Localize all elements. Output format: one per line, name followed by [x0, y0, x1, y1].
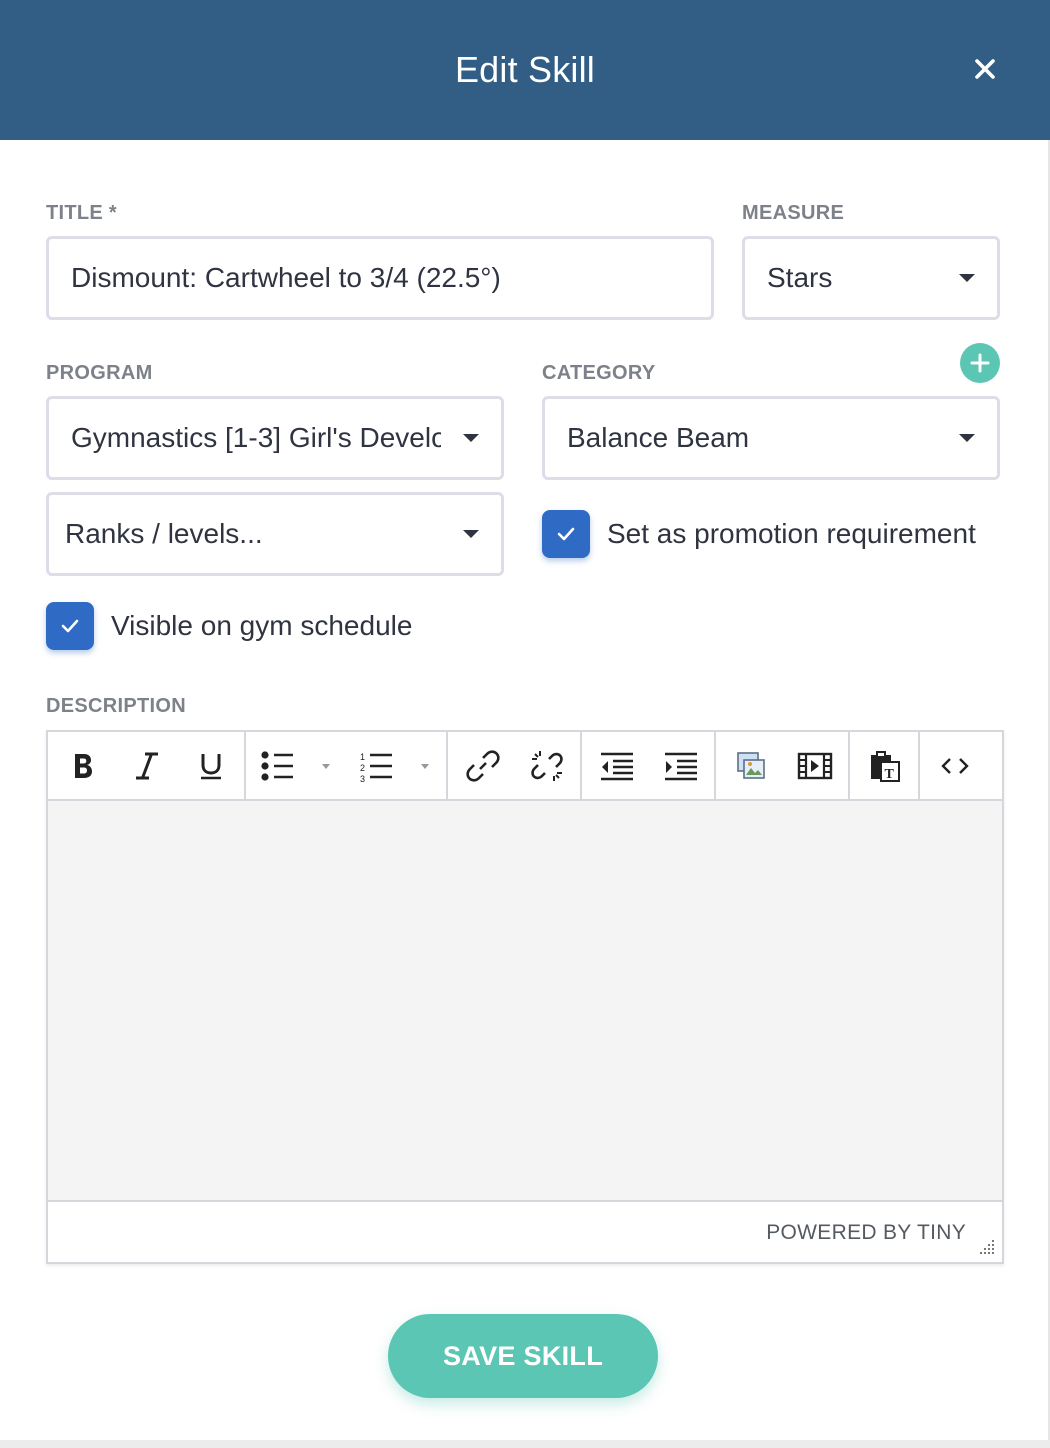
caret-down-icon [959, 274, 975, 282]
add-category-button[interactable] [960, 343, 1000, 383]
paste-text-button[interactable]: T [860, 740, 910, 792]
program-select[interactable]: Gymnastics [1-3] Girl's Developmental [46, 396, 504, 480]
program-label: PROGRAM [46, 362, 153, 384]
bullet-list-icon [261, 751, 330, 781]
paste-text-icon: T [871, 751, 900, 782]
link-button[interactable] [458, 740, 508, 792]
close-icon [975, 59, 995, 79]
program-select-value: Gymnastics [1-3] Girl's Developmental [71, 422, 441, 453]
svg-text:2: 2 [360, 763, 365, 773]
indent-icon [665, 752, 697, 781]
editor-statusbar: POWERED BY TINY [48, 1203, 1002, 1262]
svg-text:3: 3 [360, 774, 365, 782]
check-icon [61, 619, 79, 633]
toolbar-group-paste: T [850, 732, 920, 801]
numbered-list-icon: 123 [360, 752, 429, 782]
description-label: DESCRIPTION [46, 695, 186, 717]
plus-icon [970, 353, 990, 373]
measure-select[interactable]: Stars [742, 236, 1000, 320]
measure-select-value: Stars [767, 262, 833, 293]
caret-down-icon [463, 434, 479, 442]
category-select-value: Balance Beam [567, 422, 750, 453]
unlink-icon [531, 751, 563, 781]
underline-icon [201, 754, 221, 780]
title-input-value: Dismount: Cartwheel to 3/4 (22.5°) [71, 262, 501, 293]
promotion-checkbox[interactable] [542, 510, 590, 558]
promotion-checkbox-label[interactable]: Set as promotion requirement [607, 518, 976, 550]
outdent-button[interactable] [592, 740, 642, 792]
indent-button[interactable] [656, 740, 706, 792]
toolbar-group-insert [716, 732, 850, 801]
image-icon [737, 752, 765, 779]
bullet-list-button[interactable] [254, 740, 344, 792]
outdent-icon [601, 752, 633, 781]
unlink-button[interactable] [522, 740, 572, 792]
svg-text:1: 1 [360, 752, 365, 762]
check-icon [557, 527, 575, 541]
editor-toolbar: 123 T [48, 732, 1002, 801]
close-button[interactable] [966, 50, 1004, 88]
numbered-list-button[interactable]: 123 [354, 740, 444, 792]
code-icon [941, 758, 969, 774]
ranks-select-placeholder: Ranks / levels... [65, 518, 263, 549]
link-icon [466, 750, 500, 782]
editor-content-area[interactable] [48, 801, 1002, 1202]
toolbar-group-format [48, 732, 246, 801]
italic-button[interactable] [122, 740, 172, 792]
powered-by-tiny-link[interactable]: POWERED BY TINY [766, 1221, 966, 1245]
visible-schedule-label[interactable]: Visible on gym schedule [111, 610, 412, 642]
toolbar-group-links [448, 732, 582, 801]
title-label: TITLE * [46, 202, 117, 224]
underline-button[interactable] [186, 740, 236, 792]
rich-text-editor: 123 T POWERED BY TINY [46, 730, 1004, 1264]
category-select[interactable]: Balance Beam [542, 396, 1000, 480]
ranks-select[interactable]: Ranks / levels... [46, 492, 504, 576]
caret-down-icon [463, 530, 479, 538]
dialog-bottom-border [0, 1440, 1050, 1448]
media-button[interactable] [790, 740, 840, 792]
media-icon [797, 752, 833, 780]
italic-icon [136, 752, 158, 780]
toolbar-group-indent [582, 732, 716, 801]
visible-schedule-checkbox[interactable] [46, 602, 94, 650]
dialog-title: Edit Skill [454, 49, 596, 90]
image-button[interactable] [726, 740, 776, 792]
svg-text:T: T [885, 767, 895, 782]
measure-label: MEASURE [742, 202, 845, 224]
category-label: CATEGORY [542, 362, 656, 384]
caret-down-icon [959, 434, 975, 442]
resize-handle-icon[interactable] [976, 1236, 996, 1256]
code-button[interactable] [930, 740, 980, 792]
save-skill-button[interactable]: SAVE SKILL [388, 1314, 658, 1398]
bold-icon [75, 754, 92, 778]
bold-button[interactable] [58, 740, 108, 792]
title-input[interactable]: Dismount: Cartwheel to 3/4 (22.5°) [46, 236, 714, 320]
toolbar-group-lists: 123 [246, 732, 448, 801]
dialog-header: Edit Skill [0, 0, 1050, 140]
